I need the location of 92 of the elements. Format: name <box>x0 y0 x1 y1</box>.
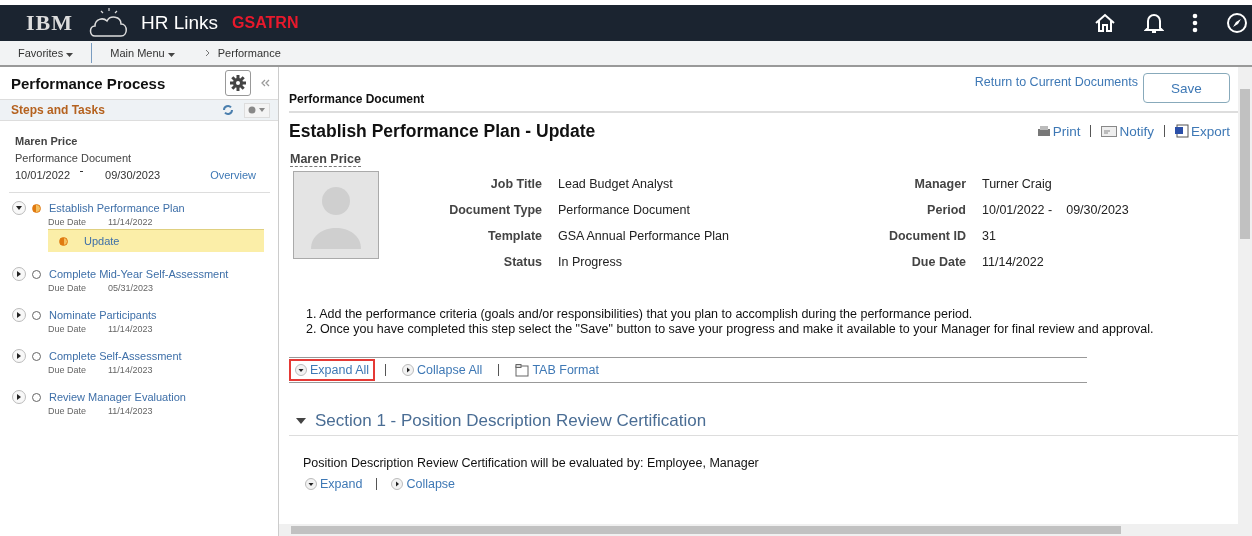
field-value: Performance Document <box>558 202 691 219</box>
options-menu-button[interactable] <box>244 102 270 118</box>
bell-icon[interactable] <box>1144 12 1164 34</box>
step-link[interactable]: Nominate Participants <box>49 309 157 321</box>
field-value: Lead Budget Analyst <box>558 176 674 193</box>
due-date: 05/31/2023 <box>108 283 154 293</box>
due-date: 11/14/2023 <box>108 365 153 375</box>
step-link[interactable]: Review Manager Evaluation <box>49 391 186 403</box>
vertical-scrollbar[interactable] <box>1238 67 1252 536</box>
action-link[interactable]: Export <box>1174 123 1230 139</box>
due-date: 11/14/2023 <box>108 406 153 416</box>
due-label: Due Date <box>48 365 87 375</box>
collapse-panel-icon[interactable] <box>261 79 270 87</box>
expand-toggle-icon[interactable] <box>12 349 26 363</box>
caret-icon <box>167 53 175 57</box>
refresh-icon[interactable] <box>222 104 234 116</box>
task-item[interactable]: Update <box>48 229 264 252</box>
due-label: Due Date <box>48 217 87 227</box>
section-title[interactable]: Section 1 - Position Description Review Certification <box>315 411 707 431</box>
section-link[interactable]: Expand <box>301 474 367 494</box>
return-link[interactable]: Return to Current Documents <box>974 75 1138 89</box>
field-label: Job Title <box>489 176 542 193</box>
section-toggle-icon[interactable] <box>295 416 307 426</box>
toggle-icon <box>391 478 404 490</box>
ibm-logo: IBM <box>26 10 73 36</box>
field-label: Due Date <box>910 254 966 271</box>
page-section-label: Performance Document <box>289 92 425 106</box>
field-value: Turner Craig <box>982 177 1052 191</box>
compass-icon[interactable] <box>1226 12 1248 34</box>
expand-toggle-icon[interactable] <box>12 390 26 404</box>
overview-link[interactable]: Overview <box>210 167 256 184</box>
menu-link[interactable]: Main Menu <box>110 47 175 59</box>
instruction-text: 2. Once you have completed this step select the "Save" button to save your progress and make it available to your Manager for final review and approval. <box>306 322 1155 337</box>
step-link[interactable]: Complete Mid-Year Self-Assessment <box>49 268 229 280</box>
due-label: Due Date <box>48 283 87 293</box>
document-type: Performance Document <box>15 151 133 166</box>
action-link[interactable]: Print <box>1036 123 1081 139</box>
employee-name-link[interactable]: Maren Price <box>290 152 361 167</box>
employee-name: Maren Price <box>15 134 79 149</box>
more-icon[interactable] <box>1192 13 1198 33</box>
field-label: Manager <box>913 176 966 193</box>
field-value: 10/01/2022 - <box>982 203 1053 217</box>
panel-title: Performance Process <box>11 74 167 92</box>
step-link[interactable]: Establish Performance Plan <box>49 202 185 214</box>
field-label: Status <box>502 254 542 271</box>
breadcrumb-link[interactable]: Performance <box>192 47 281 59</box>
chevron-icon <box>204 49 210 57</box>
toolbar-link[interactable]: Collapse All <box>396 359 489 381</box>
section-title: Steps and Tasks <box>11 103 106 117</box>
field-label: Document Type <box>448 202 542 219</box>
field-value: GSA Annual Performance Plan <box>558 228 730 245</box>
step-link[interactable]: Complete Self-Assessment <box>49 350 182 362</box>
expand-toggle-icon[interactable] <box>12 201 26 215</box>
folder-icon <box>515 363 530 377</box>
due-label: Due Date <box>48 324 87 334</box>
instruction-text: 1. Add the performance criteria (goals and/or responsibilities) that you plan to accomplish during the performance period. <box>306 307 974 322</box>
due-date: 11/14/2023 <box>108 324 153 334</box>
expand-toggle-icon[interactable] <box>12 267 26 281</box>
toggle-icon <box>402 364 415 376</box>
field-value: 11/14/2022 <box>982 255 1044 269</box>
section-link[interactable]: Collapse <box>387 474 460 494</box>
save-button[interactable]: Save <box>1143 73 1230 103</box>
period-end: 09/30/2023 <box>105 168 161 183</box>
section-text: Position Description Review Certification will be evaluated by: Employee, Manager <box>303 456 760 470</box>
action-link[interactable]: Notify <box>1101 123 1154 139</box>
field-value: In Progress <box>558 254 623 271</box>
due-label: Due Date <box>48 406 87 416</box>
field-label: Period <box>926 202 966 219</box>
field-value: 31 <box>982 229 996 243</box>
toggle-icon <box>295 364 307 376</box>
product-name: HR Links <box>141 12 219 34</box>
document-icon <box>1174 124 1189 138</box>
period-start: 10/01/2022 <box>15 168 71 183</box>
toolbar-link[interactable]: Expand All <box>289 359 376 381</box>
due-date: 11/14/2022 <box>108 217 153 227</box>
toggle-icon <box>305 478 317 490</box>
envelope-icon <box>1101 125 1118 137</box>
task-label: Update <box>84 235 120 247</box>
menu-link[interactable]: Favorites <box>18 47 74 59</box>
settings-button[interactable] <box>225 70 251 96</box>
field-value: 09/30/2023 <box>1066 203 1129 217</box>
home-icon[interactable] <box>1094 13 1116 33</box>
expand-toggle-icon[interactable] <box>12 308 26 322</box>
toolbar-link[interactable]: TAB Format <box>509 359 605 381</box>
page-title: Establish Performance Plan - Update <box>289 120 597 142</box>
field-label: Template <box>487 228 542 245</box>
horizontal-scrollbar[interactable] <box>279 524 1238 536</box>
gear-dropdown-icon <box>247 105 267 115</box>
caret-icon <box>66 53 74 57</box>
field-label: Document ID <box>887 228 966 245</box>
environment-label: GSATRN <box>232 14 299 32</box>
printer-icon <box>1036 124 1051 138</box>
